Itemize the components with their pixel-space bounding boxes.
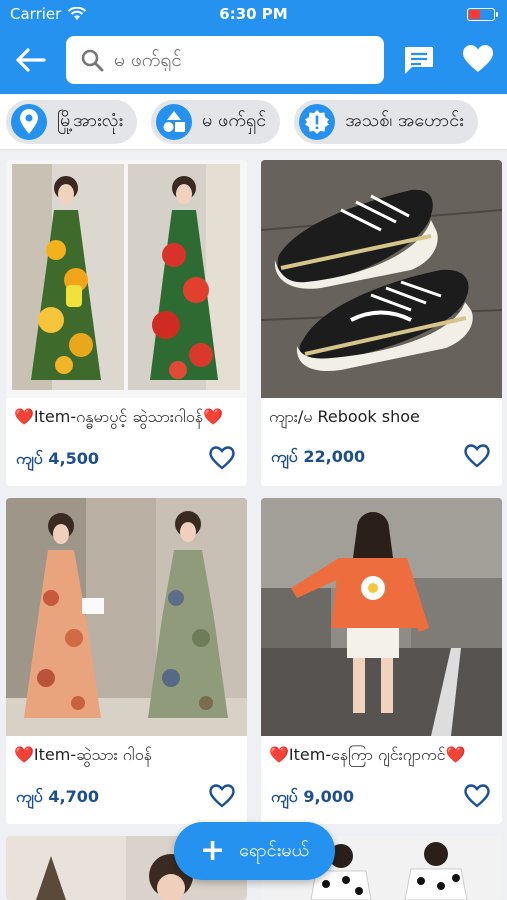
heart-outline-icon[interactable] <box>209 784 235 808</box>
battery-icon <box>467 7 498 21</box>
search-icon <box>81 49 104 72</box>
category-shapes-icon <box>156 103 193 140</box>
orange-jacket-photo <box>261 498 502 736</box>
product-title: ❤️Item-ဆွဲသား ဂါဝန် <box>14 745 152 764</box>
search-box[interactable] <box>66 36 384 84</box>
favorites-heart-icon[interactable] <box>462 44 494 74</box>
product-title: ❤️Item-ဂန္ဓမာပွင့် ဆွဲသားဂါဝန်❤️ <box>14 407 223 426</box>
heart-outline-icon[interactable] <box>209 446 235 470</box>
carrier-label: Carrier <box>10 5 62 23</box>
product-price: ကျပ် 4,700 <box>16 787 99 806</box>
floral-dress-photo <box>6 160 247 398</box>
product-card[interactable]: ❤️Item-ဂန္ဓမာပွင့် ဆွဲသားဂါဝန်❤️ ကျပ် 4,… <box>6 160 247 486</box>
product-price: ကျပ် 4,500 <box>16 449 99 468</box>
sell-button[interactable]: + ရောင်းမယ် <box>174 822 335 880</box>
chip-condition-label: အသစ်၊ အဟောင်း <box>345 110 464 131</box>
product-title: ကျား/မ Rebook shoe <box>269 407 420 426</box>
nav-row <box>0 34 507 86</box>
product-card[interactable]: ❤️Item-နေကြာ ဂျင်းဂျာကင်❤️ ကျပ် 9,000 <box>261 498 502 824</box>
chip-city[interactable]: မြို့အားလုံး <box>6 99 138 144</box>
sell-button-label: ရောင်းမယ် <box>239 839 309 861</box>
product-card[interactable]: ❤️Item-ဆွဲသား ဂါဝန် ကျပ် 4,700 <box>6 498 247 824</box>
sneakers-photo <box>261 160 502 398</box>
status-bar: Carrier 6:30 PM <box>0 0 507 28</box>
chip-condition[interactable]: အသစ်၊ အဟောင်း <box>294 99 478 144</box>
chip-category-label: မ ဖက်ရှင် <box>202 110 267 131</box>
location-pin-icon <box>11 103 47 140</box>
plus-icon: + <box>200 833 226 868</box>
filter-chips: မြို့အားလုံး မ ဖက်ရှင် အသစ်၊ အဟောင်း <box>0 94 507 150</box>
product-card[interactable]: ကျား/မ Rebook shoe ကျပ် 22,000 <box>261 160 502 486</box>
message-icon[interactable] <box>402 44 436 76</box>
product-title: ❤️Item-နေကြာ ဂျင်းဂျာကင်❤️ <box>269 745 466 764</box>
chip-city-label: မြို့အားလုံး <box>57 110 124 131</box>
product-price: ကျပ် 22,000 <box>271 447 366 466</box>
heart-outline-icon[interactable] <box>464 444 490 468</box>
back-arrow-icon[interactable] <box>14 46 48 74</box>
alert-badge-icon <box>299 103 336 140</box>
product-price: ကျပ် 9,000 <box>271 787 354 806</box>
chip-category[interactable]: မ ဖက်ရှင် <box>151 99 281 144</box>
top-bar: Carrier 6:30 PM <box>0 0 507 94</box>
paisley-dress-photo <box>6 498 247 736</box>
wifi-icon <box>68 7 87 20</box>
search-input[interactable] <box>114 49 354 71</box>
heart-outline-icon[interactable] <box>464 784 490 808</box>
